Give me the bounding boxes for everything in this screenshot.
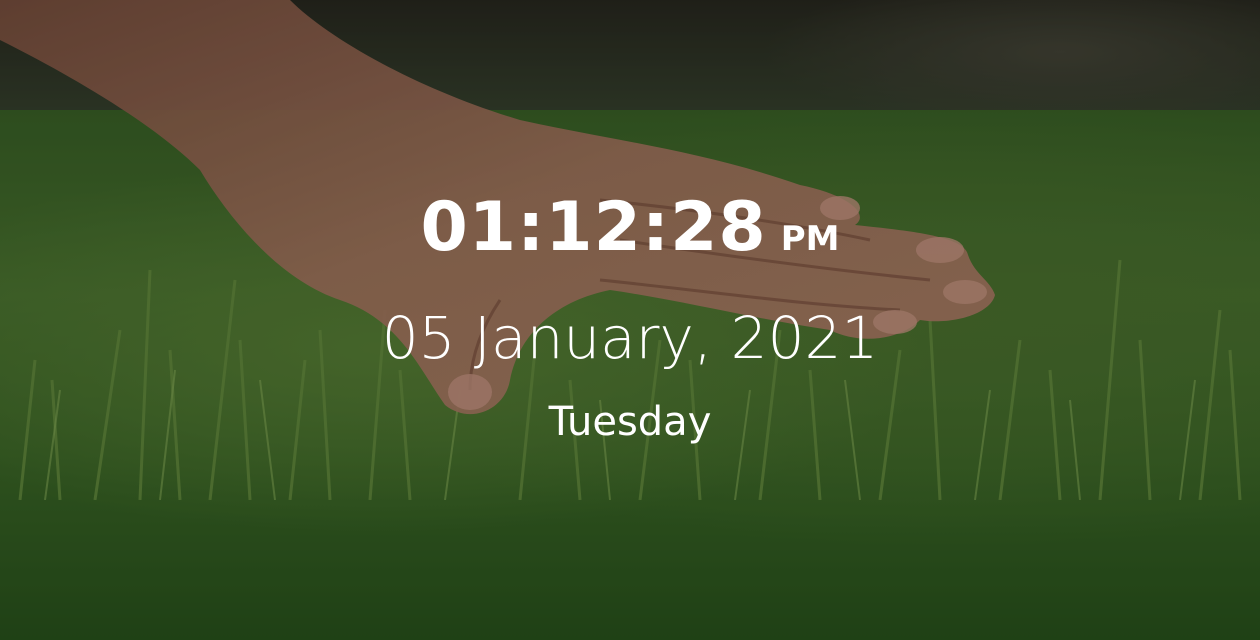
date-text: 05 January, 2021 [381, 304, 879, 372]
time-text: 01:12:28 [420, 188, 767, 267]
clock-display: 01:12:28 PM 05 January, 2021 Tuesday [0, 0, 1260, 640]
weekday-text: Tuesday [548, 399, 712, 445]
meridiem-text: PM [780, 219, 840, 259]
time-row: 01:12:28 PM [0, 188, 1260, 267]
